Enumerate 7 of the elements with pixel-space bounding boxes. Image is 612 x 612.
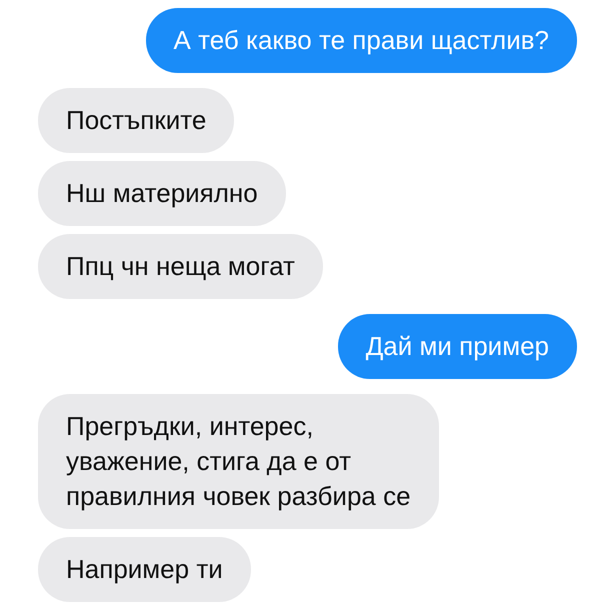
- message-bubble: А теб какво те прави щастлив?: [146, 8, 577, 73]
- message-bubble: Дай ми пример: [338, 314, 577, 379]
- message-bubble: Прегръдки, интерес, уважение, стига да е от правилния човек разбира се: [38, 394, 439, 529]
- message-bubble: Например ти: [38, 537, 251, 602]
- message-bubble: Ппц чн неща могат: [38, 234, 323, 299]
- message-bubble: Нш материялно: [38, 161, 286, 226]
- message-bubble: Постъпките: [38, 88, 234, 153]
